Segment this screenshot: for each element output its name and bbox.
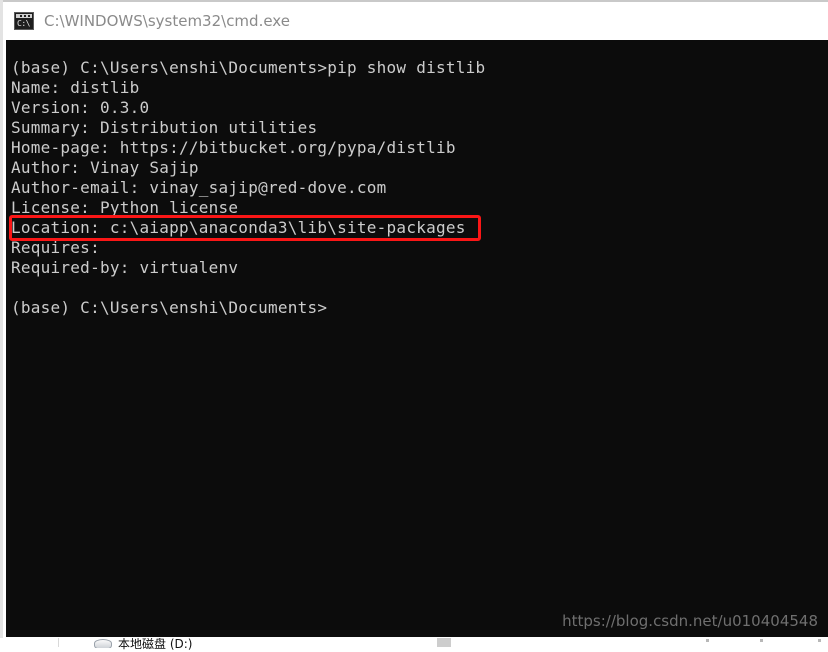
window-title-bar[interactable]: C:\ C:\WINDOWS\system32\cmd.exe — [3, 0, 828, 40]
cmd-icon-glyph: C:\ — [17, 19, 30, 28]
watermark-text: https://blog.csdn.net/u010404548 — [562, 612, 818, 630]
explorer-scrollbar-thumb[interactable] — [437, 638, 451, 647]
cmd-console-window: C:\ C:\WINDOWS\system32\cmd.exe (base) C… — [0, 0, 828, 638]
explorer-toolbar-marks — [700, 637, 828, 647]
explorer-pane-divider — [58, 637, 59, 647]
window-title-text: C:\WINDOWS\system32\cmd.exe — [44, 12, 290, 30]
cmd-icon: C:\ — [14, 12, 34, 30]
console-output-area[interactable]: (base) C:\Users\enshi\Documents>pip show… — [6, 40, 828, 637]
console-text: (base) C:\Users\enshi\Documents>pip show… — [11, 58, 486, 317]
